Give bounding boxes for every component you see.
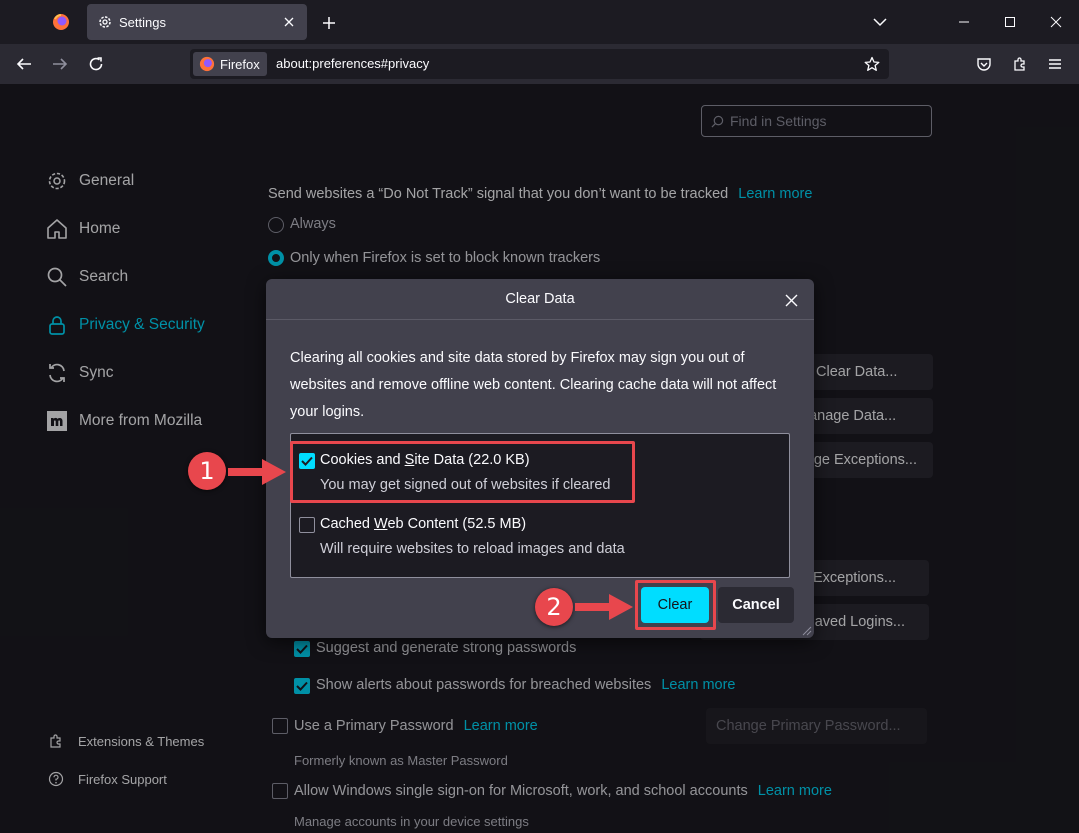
cancel-button[interactable]: Cancel: [718, 587, 794, 623]
close-tab-icon[interactable]: [277, 10, 301, 34]
resize-grip-icon[interactable]: [800, 624, 812, 636]
step1-highlight-box: [290, 441, 635, 503]
cached-web-content-sub: Will require websites to reload images a…: [320, 541, 625, 557]
pocket-icon: [977, 58, 991, 71]
settings-tab[interactable]: Settings: [87, 4, 307, 40]
pocket-button[interactable]: [970, 50, 998, 78]
plus-icon: [323, 17, 335, 29]
arrow-right-icon: [53, 58, 68, 70]
close-icon: [1050, 16, 1062, 28]
hamburger-menu-icon: [1049, 59, 1061, 69]
reload-icon: [89, 57, 103, 71]
list-all-tabs-button[interactable]: [862, 6, 898, 38]
arrow-left-icon: [16, 58, 31, 70]
reload-button[interactable]: [82, 50, 110, 78]
minimize-button[interactable]: [946, 6, 982, 38]
label-part: Cached: [320, 516, 375, 532]
extensions-button[interactable]: [1006, 50, 1034, 78]
maximize-button[interactable]: [992, 6, 1028, 38]
dialog-title: Clear Data: [266, 279, 814, 320]
back-button[interactable]: [10, 50, 38, 78]
dialog-close-button[interactable]: [778, 287, 804, 313]
step2-arrow-icon: [575, 594, 633, 620]
firefox-view-button[interactable]: [46, 8, 76, 36]
app-menu-button[interactable]: [1041, 50, 1069, 78]
forward-button[interactable]: [46, 50, 74, 78]
cached-web-content-checkbox[interactable]: [299, 517, 315, 533]
label-part: eb Content (52.5 MB): [387, 516, 527, 532]
cached-web-content-label[interactable]: Cached Web Content (52.5 MB): [320, 516, 526, 532]
puzzle-icon: [1014, 57, 1025, 71]
close-icon: [785, 294, 797, 306]
tab-title: Settings: [119, 14, 166, 30]
firefox-logo-icon: [199, 56, 215, 72]
tab-strip: Settings: [0, 0, 1079, 44]
gear-icon: [99, 16, 111, 28]
close-window-button[interactable]: [1038, 6, 1074, 38]
identity-label: Firefox: [220, 56, 260, 72]
dialog-description: Clearing all cookies and site data store…: [290, 350, 777, 420]
identity-box[interactable]: Firefox: [193, 52, 267, 76]
accesskey-letter: W: [374, 516, 388, 532]
chevron-down-icon: [873, 18, 887, 27]
maximize-icon: [1005, 17, 1015, 27]
new-tab-button[interactable]: [316, 10, 342, 36]
url-bar[interactable]: Firefox about:preferences#privacy: [190, 49, 889, 79]
step2-highlight-box: [635, 580, 716, 630]
navigation-toolbar: Firefox about:preferences#privacy: [0, 44, 1079, 84]
star-icon: [864, 56, 880, 71]
step1-badge: 1: [188, 452, 226, 490]
url-text[interactable]: about:preferences#privacy: [276, 56, 429, 71]
step2-badge: 2: [535, 588, 573, 626]
step1-arrow-icon: [228, 459, 286, 485]
bookmark-star-button[interactable]: [861, 53, 883, 75]
firefox-logo-icon: [53, 14, 69, 30]
minimize-icon: [959, 21, 969, 23]
